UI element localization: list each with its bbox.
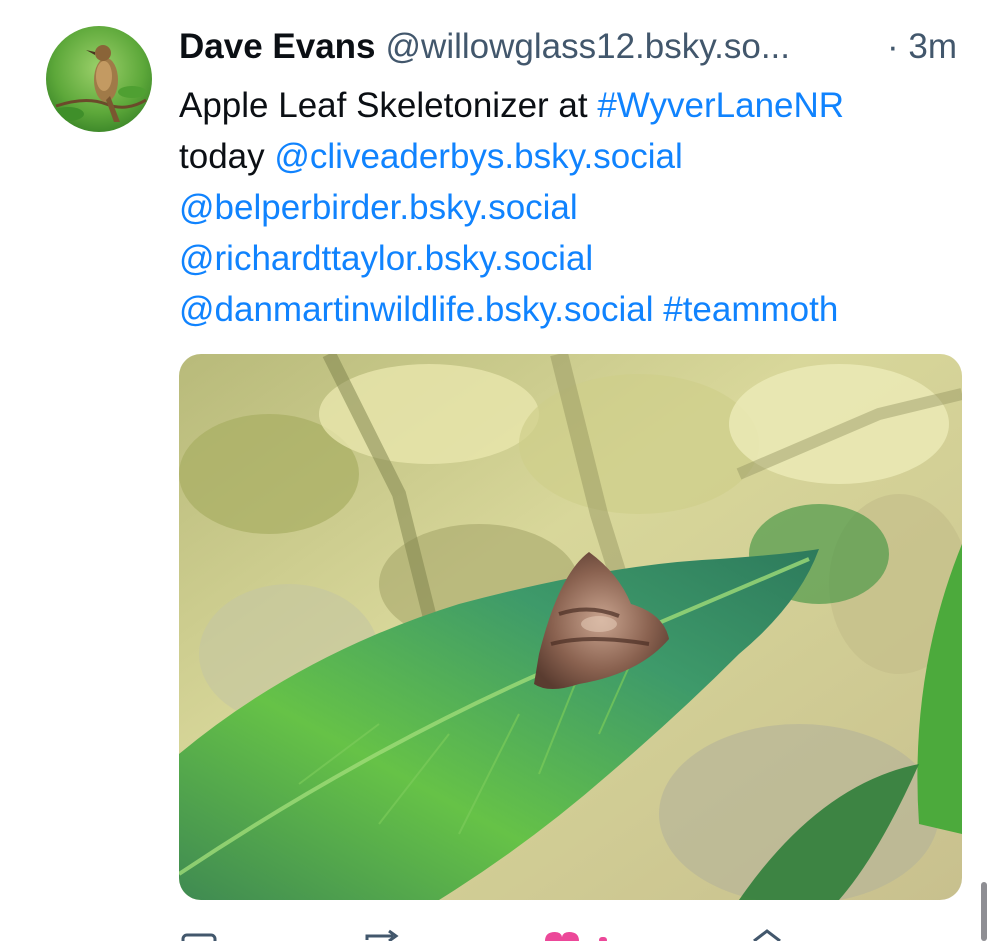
- post-text: Apple Leaf Skeletonizer at #WyverLaneNR t…: [179, 80, 979, 335]
- post-text-segment: Apple Leaf Skeletonizer at: [179, 86, 598, 125]
- post-text-line: today @cliveaderbys.bsky.social: [179, 131, 979, 182]
- moth-on-leaf-photo: [179, 354, 962, 900]
- post-text-line: @danmartinwildlife.bsky.social #teammoth: [179, 284, 979, 335]
- mention-link[interactable]: @danmartinwildlife.bsky.social: [179, 290, 654, 329]
- post-text-line: Apple Leaf Skeletonizer at #WyverLaneNR: [179, 80, 979, 131]
- mention-link[interactable]: @richardttaylor.bsky.social: [179, 239, 593, 278]
- author-handle[interactable]: @willowglass12.bsky.so...: [386, 27, 790, 66]
- post-text-line: @belperbirder.bsky.social: [179, 182, 979, 233]
- post-actions: [0, 926, 1000, 941]
- post-timestamp[interactable]: · 3m: [887, 24, 957, 70]
- like-icon[interactable]: [543, 926, 613, 941]
- post-text-segment: [654, 290, 664, 329]
- post-text-line: @richardttaylor.bsky.social: [179, 233, 979, 284]
- repost-icon[interactable]: [363, 926, 403, 941]
- author-name[interactable]: Dave Evans: [179, 27, 376, 66]
- post-text-segment: today: [179, 137, 275, 176]
- post-header: Dave Evans @willowglass12.bsky.so... · 3m: [179, 24, 969, 72]
- more-icon[interactable]: [750, 926, 784, 941]
- post-image[interactable]: [179, 354, 962, 900]
- hashtag-link[interactable]: #teammoth: [663, 290, 838, 329]
- mention-link[interactable]: @cliveaderbys.bsky.social: [274, 137, 682, 176]
- reply-icon[interactable]: [181, 926, 217, 941]
- mention-link[interactable]: @belperbirder.bsky.social: [179, 188, 578, 227]
- avatar[interactable]: [46, 26, 152, 132]
- hashtag-link[interactable]: #WyverLaneNR: [597, 86, 844, 125]
- scrollbar[interactable]: [981, 882, 987, 941]
- avatar-bird-image: [46, 26, 152, 132]
